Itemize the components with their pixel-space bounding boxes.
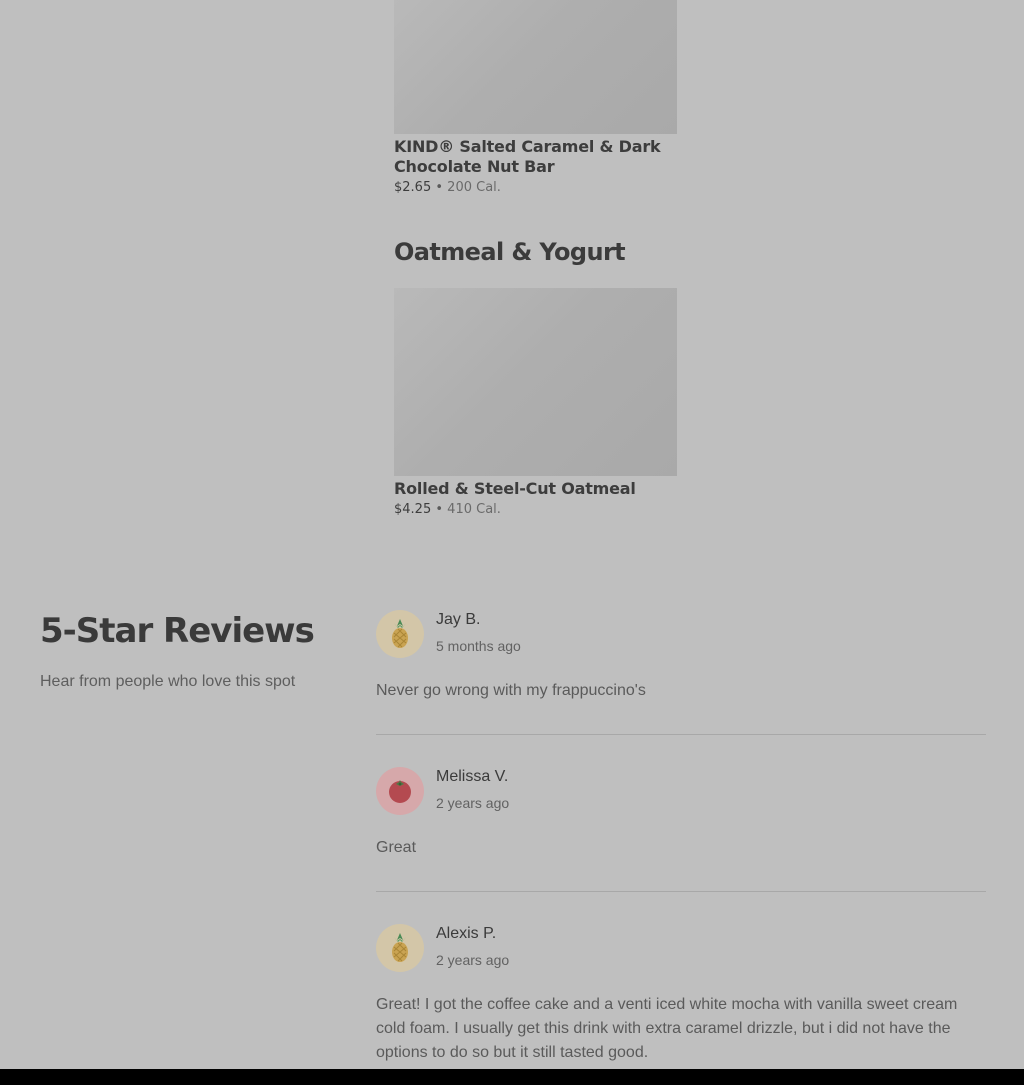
tomato-icon [389, 780, 411, 803]
menu-item-price: $4.25 [394, 502, 432, 517]
menu-item-card[interactable]: KIND® Salted Caramel & Dark Chocolate Nu… [394, 0, 677, 197]
divider [376, 891, 986, 892]
bottom-bar [0, 1069, 1024, 1085]
menu-item-meta: $4.25 • 410 Cal. [394, 501, 677, 519]
reviewer-name: Alexis P. [436, 925, 497, 942]
menu-item-image[interactable] [394, 0, 677, 134]
pineapple-icon [392, 933, 408, 962]
menu-item-calories: 410 Cal. [447, 502, 501, 517]
avatar [376, 767, 424, 815]
reviews-title: 5-Star Reviews [40, 611, 315, 651]
reviewer-name: Jay B. [436, 611, 481, 628]
menu-column: KIND® Salted Caramel & Dark Chocolate Nu… [394, 0, 677, 517]
menu-item-card[interactable]: Rolled & Steel-Cut Oatmeal $4.25 • 410 C… [394, 288, 677, 519]
review-text: Great! I got the coffee cake and a venti… [376, 996, 958, 1061]
menu-item-calories: 200 Cal. [447, 180, 501, 195]
reviews-subtitle: Hear from people who love this spot [40, 673, 296, 690]
avatar [376, 924, 424, 972]
avatar [376, 610, 424, 658]
review-time: 2 years ago [436, 795, 510, 811]
menu-item-name[interactable]: KIND® Salted Caramel & Dark Chocolate Nu… [394, 137, 677, 177]
reviewer-name: Melissa V. [436, 768, 509, 785]
pineapple-icon [392, 619, 408, 648]
reviews-header: 5-Star Reviews Hear from people who love… [40, 610, 340, 692]
menu-item-meta: $2.65 • 200 Cal. [394, 179, 677, 197]
meta-separator: • [435, 180, 444, 195]
menu-item-image[interactable] [394, 288, 677, 476]
menu-item-name[interactable]: Rolled & Steel-Cut Oatmeal [394, 479, 677, 499]
menu-section-title: Oatmeal & Yogurt [394, 238, 626, 266]
divider [376, 734, 986, 735]
review-time: 5 months ago [436, 638, 521, 654]
review-text: Never go wrong with my frappuccino's [376, 682, 646, 699]
menu-item-price: $2.65 [394, 180, 432, 195]
meta-separator: • [435, 502, 444, 517]
review-time: 2 years ago [436, 952, 510, 968]
review-text: Great [376, 839, 417, 856]
